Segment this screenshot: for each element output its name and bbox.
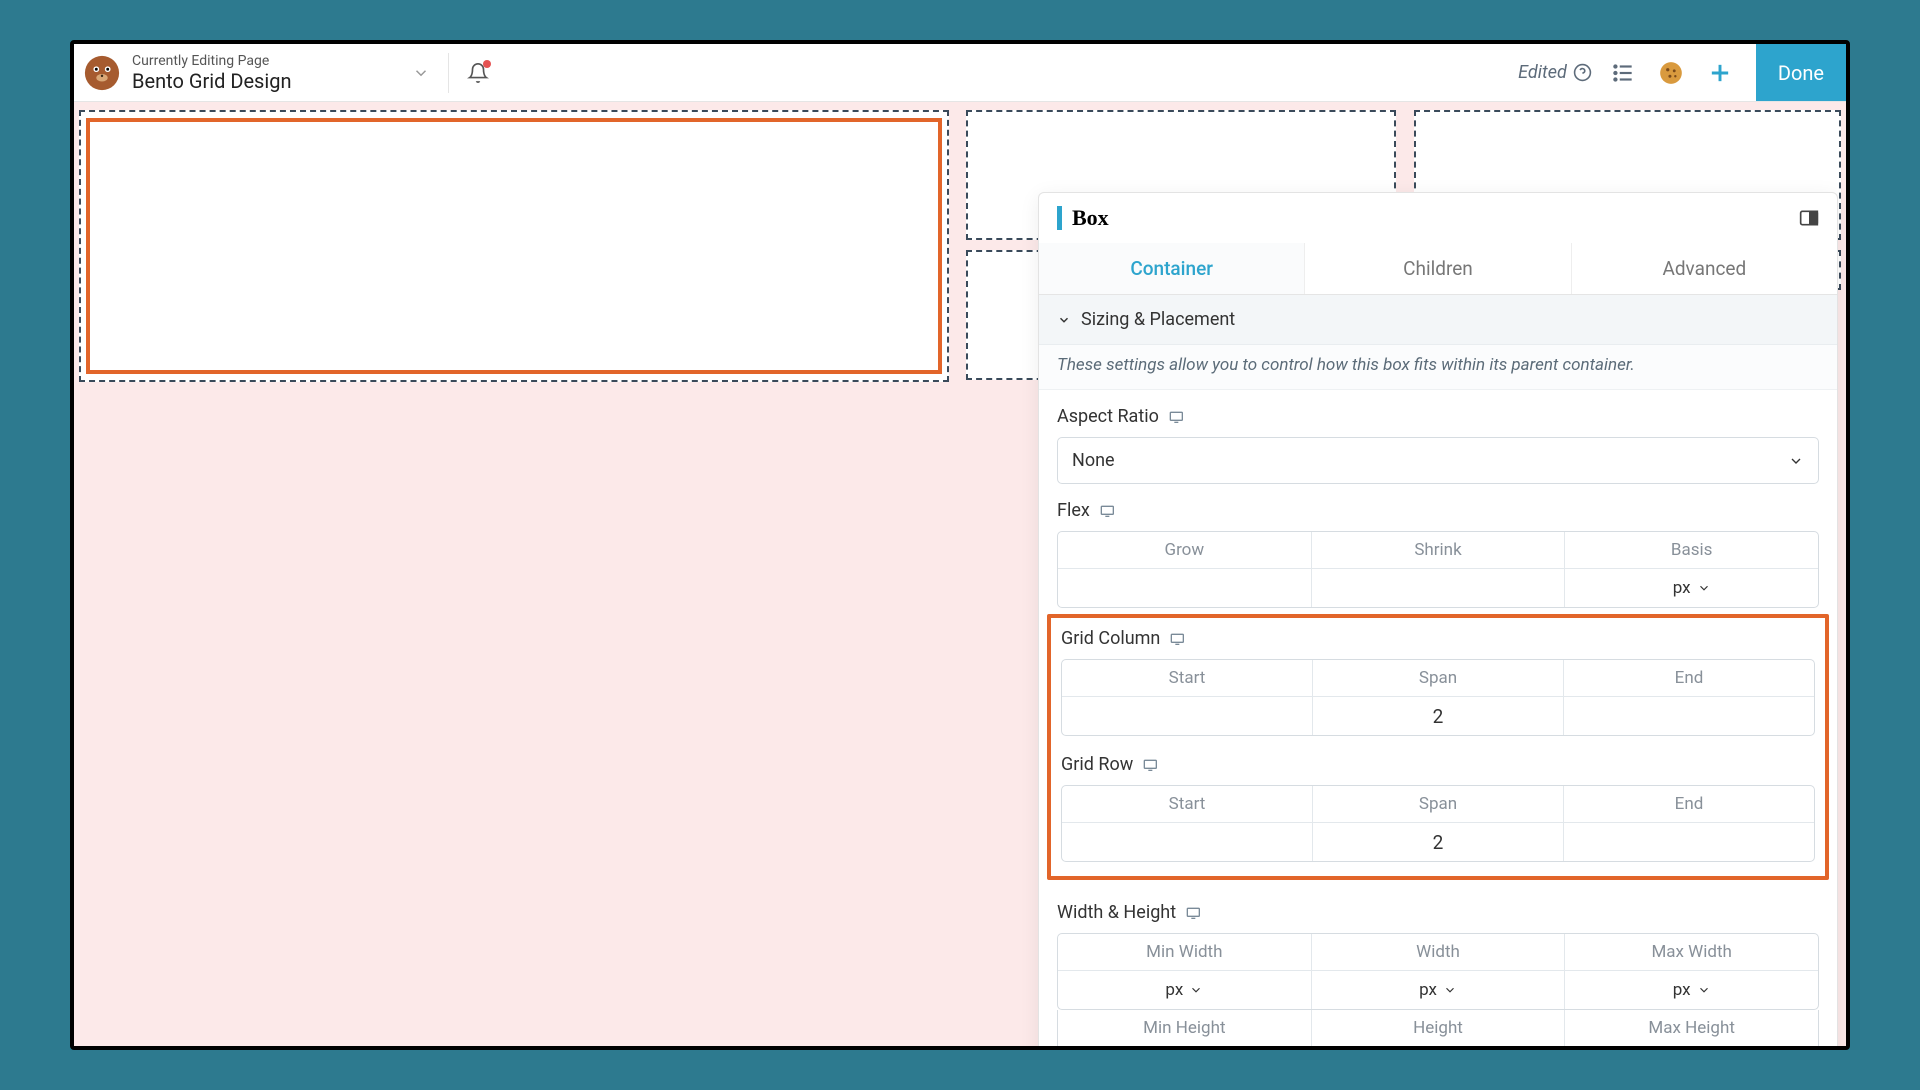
chevron-down-icon bbox=[1057, 313, 1071, 327]
inspector-header: Box bbox=[1039, 193, 1837, 243]
gridrow-end-label: End bbox=[1564, 786, 1814, 823]
responsive-icon[interactable] bbox=[1186, 906, 1202, 920]
grid-row-inputs: Start Span 2 End bbox=[1061, 785, 1815, 862]
outline-icon[interactable] bbox=[1610, 60, 1636, 86]
field-flex: Flex Grow Shrink Basis px bbox=[1039, 484, 1837, 608]
grid-column-inputs: Start Span 2 End bbox=[1061, 659, 1815, 736]
flex-grow-label: Grow bbox=[1058, 532, 1311, 569]
aspect-ratio-label: Aspect Ratio bbox=[1057, 406, 1159, 427]
selected-box[interactable] bbox=[86, 118, 942, 374]
help-icon[interactable] bbox=[1573, 63, 1592, 82]
gridrow-start-label: Start bbox=[1062, 786, 1312, 823]
done-button[interactable]: Done bbox=[1756, 44, 1846, 101]
field-grid-row: Grid Row Start Span 2 End bbox=[1061, 754, 1815, 862]
flex-shrink-input[interactable] bbox=[1312, 569, 1565, 607]
min-height-label: Min Height bbox=[1058, 1010, 1311, 1047]
gridcol-span-label: Span bbox=[1313, 660, 1563, 697]
responsive-icon[interactable] bbox=[1170, 632, 1186, 646]
max-height-label: Max Height bbox=[1565, 1010, 1818, 1047]
chevron-down-icon[interactable] bbox=[412, 64, 430, 82]
canvas[interactable]: Box Container Children Advanced Sizing &… bbox=[74, 102, 1846, 1046]
notification-dot-icon bbox=[483, 60, 491, 68]
responsive-icon[interactable] bbox=[1100, 504, 1116, 518]
min-width-input[interactable]: px bbox=[1058, 971, 1311, 1009]
chevron-down-icon bbox=[1788, 453, 1804, 469]
gridcol-end-label: End bbox=[1564, 660, 1814, 697]
max-width-input[interactable]: px bbox=[1565, 971, 1818, 1009]
section-description: These settings allow you to control how … bbox=[1039, 345, 1837, 390]
flex-label: Flex bbox=[1057, 500, 1090, 521]
page-selector[interactable]: Currently Editing Page Bento Grid Design bbox=[132, 53, 292, 93]
gridcol-start-input[interactable] bbox=[1062, 697, 1312, 735]
height-input[interactable]: px bbox=[1312, 1047, 1565, 1050]
field-aspect-ratio: Aspect Ratio None bbox=[1039, 390, 1837, 484]
aspect-ratio-value: None bbox=[1072, 450, 1115, 471]
min-height-input[interactable]: px bbox=[1058, 1047, 1311, 1050]
chevron-down-icon bbox=[1697, 581, 1711, 595]
max-height-input[interactable]: px bbox=[1565, 1047, 1818, 1050]
height-label: Height bbox=[1312, 1010, 1565, 1047]
app-window: Currently Editing Page Bento Grid Design… bbox=[70, 40, 1850, 1050]
field-grid-column: Grid Column Start Span 2 End bbox=[1061, 628, 1815, 736]
tab-advanced[interactable]: Advanced bbox=[1572, 243, 1837, 294]
min-width-label: Min Width bbox=[1058, 934, 1311, 971]
editing-label: Currently Editing Page bbox=[132, 53, 292, 69]
flex-grow-input[interactable] bbox=[1058, 569, 1311, 607]
topbar: Currently Editing Page Bento Grid Design… bbox=[74, 44, 1846, 102]
edited-status: Edited bbox=[1518, 62, 1592, 83]
width-inputs: Min Width px Width px Max Width px bbox=[1057, 933, 1819, 1010]
gridrow-end-input[interactable] bbox=[1564, 823, 1814, 861]
gridrow-start-input[interactable] bbox=[1062, 823, 1312, 861]
dock-icon[interactable] bbox=[1799, 209, 1819, 227]
flex-inputs: Grow Shrink Basis px bbox=[1057, 531, 1819, 608]
chevron-down-icon bbox=[1189, 983, 1203, 997]
gridcol-end-input[interactable] bbox=[1564, 697, 1814, 735]
section-sizing-placement[interactable]: Sizing & Placement bbox=[1039, 295, 1837, 345]
width-label: Width bbox=[1312, 934, 1565, 971]
flex-shrink-label: Shrink bbox=[1312, 532, 1565, 569]
accent-bar bbox=[1057, 206, 1062, 230]
chevron-down-icon bbox=[1443, 983, 1457, 997]
height-inputs: Min Height px Height px Max Height px bbox=[1057, 1010, 1819, 1050]
inspector-title: Box bbox=[1072, 205, 1109, 231]
flex-basis-input[interactable]: px bbox=[1565, 569, 1818, 607]
notifications-icon[interactable] bbox=[467, 62, 489, 84]
gridcol-span-input[interactable]: 2 bbox=[1313, 697, 1563, 735]
max-width-label: Max Width bbox=[1565, 934, 1818, 971]
edited-label: Edited bbox=[1518, 62, 1567, 83]
grid-highlight-box: Grid Column Start Span 2 End bbox=[1047, 614, 1829, 880]
add-button[interactable] bbox=[1706, 59, 1734, 87]
page-title: Bento Grid Design bbox=[132, 69, 292, 93]
section-title: Sizing & Placement bbox=[1081, 309, 1235, 330]
gridrow-span-input[interactable]: 2 bbox=[1313, 823, 1563, 861]
grid-row-label: Grid Row bbox=[1061, 754, 1133, 775]
aspect-ratio-select[interactable]: None bbox=[1057, 437, 1819, 484]
app-logo[interactable] bbox=[80, 51, 124, 95]
flex-basis-label: Basis bbox=[1565, 532, 1818, 569]
inspector-panel: Box Container Children Advanced Sizing &… bbox=[1038, 192, 1838, 1050]
cookie-icon[interactable] bbox=[1658, 60, 1684, 86]
responsive-icon[interactable] bbox=[1169, 410, 1185, 424]
grid-column-label: Grid Column bbox=[1061, 628, 1160, 649]
responsive-icon[interactable] bbox=[1143, 758, 1159, 772]
width-height-label: Width & Height bbox=[1057, 902, 1176, 923]
width-input[interactable]: px bbox=[1312, 971, 1565, 1009]
field-width-height: Width & Height Min Width px Width px Max… bbox=[1039, 886, 1837, 1050]
divider bbox=[448, 53, 449, 93]
chevron-down-icon bbox=[1697, 983, 1711, 997]
gridrow-span-label: Span bbox=[1313, 786, 1563, 823]
tab-children[interactable]: Children bbox=[1305, 243, 1571, 294]
inspector-tabs: Container Children Advanced bbox=[1039, 243, 1837, 295]
gridcol-start-label: Start bbox=[1062, 660, 1312, 697]
tab-container[interactable]: Container bbox=[1039, 243, 1305, 294]
